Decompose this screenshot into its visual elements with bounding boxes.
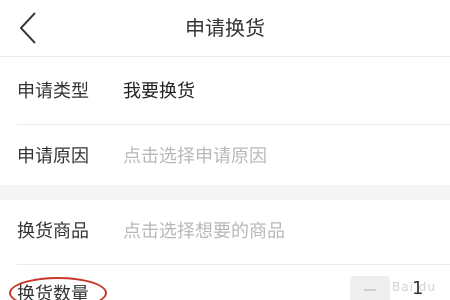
product-label: 换货商品 xyxy=(17,221,89,242)
product-row[interactable]: 换货商品 点击选择想要的商品 xyxy=(0,200,450,263)
type-label: 申请类型 xyxy=(17,81,89,102)
type-value: 我要换货 xyxy=(123,81,195,102)
reason-label: 申请原因 xyxy=(17,146,89,167)
quantity-decrease-button[interactable] xyxy=(350,276,390,300)
exchange-request-screen: 申请换货 申请类型 我要换货 申请原因 点击选择申请原因 换货商品 点击选择想要… xyxy=(0,0,450,300)
quantity-label-wrapper: 换货数量 xyxy=(9,277,107,300)
header-bar: 申请换货 xyxy=(0,0,450,57)
reason-row[interactable]: 申请原因 点击选择申请原因 xyxy=(0,125,450,188)
row-divider xyxy=(17,264,450,265)
section-gap xyxy=(0,185,450,200)
page-title: 申请换货 xyxy=(185,16,265,40)
quantity-label: 换货数量 xyxy=(17,284,89,300)
reason-placeholder[interactable]: 点击选择申请原因 xyxy=(123,125,430,188)
product-placeholder[interactable]: 点击选择想要的商品 xyxy=(123,200,430,263)
quantity-value[interactable]: 1 xyxy=(412,278,423,300)
minus-icon xyxy=(364,289,376,291)
type-row[interactable]: 申请类型 我要换货 xyxy=(0,60,450,123)
